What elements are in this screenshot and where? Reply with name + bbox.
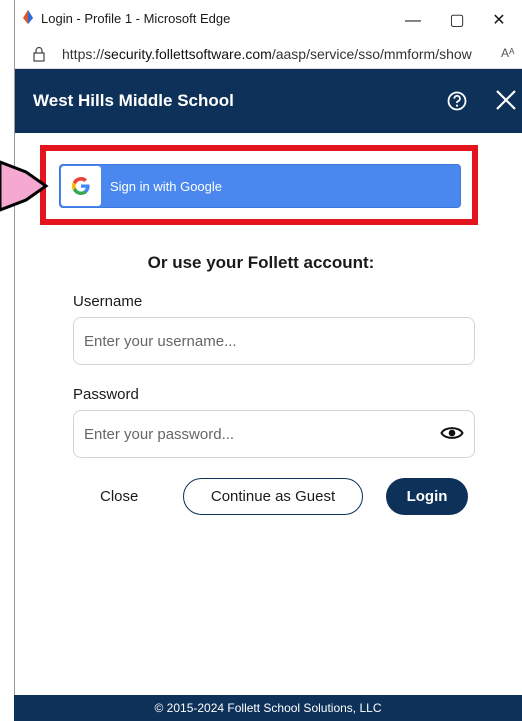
google-button-label: Sign in with Google [110, 179, 223, 194]
footer: © 2015-2024 Follett School Solutions, LL… [14, 695, 522, 721]
edge-app-icon [23, 10, 33, 24]
url-text[interactable]: https://security.follettsoftware.com/aas… [62, 46, 472, 62]
app-header: West Hills Middle School [15, 69, 522, 133]
close-window-button[interactable]: ✕ [479, 4, 519, 38]
maximize-button[interactable]: ▢ [437, 4, 477, 38]
close-icon[interactable] [492, 86, 520, 114]
password-label: Password [73, 386, 139, 403]
window-title: Login - Profile 1 - Microsoft Edge [41, 11, 231, 26]
google-g-icon [72, 177, 90, 195]
school-name: West Hills Middle School [33, 91, 234, 110]
lock-icon [33, 46, 45, 62]
continue-as-guest-button[interactable]: Continue as Guest [183, 478, 363, 515]
close-link[interactable]: Close [100, 488, 138, 505]
google-logo-tile [61, 166, 101, 206]
minimize-button[interactable]: — [393, 4, 433, 38]
username-input[interactable] [73, 317, 475, 365]
password-input[interactable] [73, 410, 475, 458]
help-icon[interactable] [446, 90, 468, 112]
show-password-eye-icon[interactable] [440, 424, 464, 442]
address-bar[interactable]: https://security.follettsoftware.com/aas… [15, 42, 522, 69]
title-bar: Login - Profile 1 - Microsoft Edge — ▢ ✕ [15, 0, 522, 42]
sign-in-with-google-button[interactable]: Sign in with Google [59, 164, 461, 208]
login-button[interactable]: Login [386, 478, 468, 515]
username-label: Username [73, 293, 143, 310]
annotation-arrow-icon [0, 160, 49, 212]
read-aloud-icon[interactable]: Aᴬ [501, 46, 514, 60]
footer-copyright: © 2015-2024 Follett School Solutions, LL… [154, 701, 382, 715]
alt-signin-heading: Or use your Follett account: [147, 253, 375, 272]
